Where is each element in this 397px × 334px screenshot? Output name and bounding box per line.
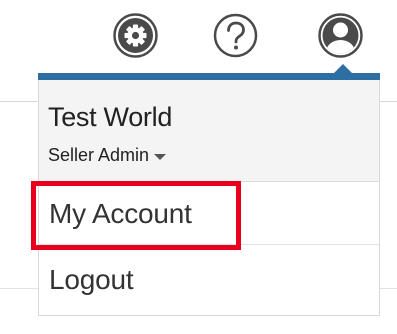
user-name: Test World (48, 102, 173, 132)
dropdown-accent-bar (38, 73, 380, 80)
page: Test World Seller Admin My Account Logou… (0, 0, 397, 334)
chevron-down-icon (154, 153, 167, 160)
menu-item-my-account[interactable]: My Account (39, 182, 379, 245)
role-selector[interactable]: Seller Admin (48, 145, 167, 166)
user-avatar-icon (318, 13, 363, 58)
user-menu-button[interactable] (318, 13, 363, 58)
user-info-header: Test World Seller Admin (39, 80, 379, 182)
help-icon (213, 13, 258, 58)
user-dropdown-menu: Test World Seller Admin My Account Logou… (38, 73, 380, 316)
settings-button[interactable] (113, 13, 158, 58)
menu-item-logout[interactable]: Logout (39, 246, 379, 313)
gear-icon (113, 13, 158, 58)
help-button[interactable] (213, 13, 258, 58)
dropdown-caret (334, 64, 352, 73)
role-label: Seller Admin (48, 145, 150, 165)
